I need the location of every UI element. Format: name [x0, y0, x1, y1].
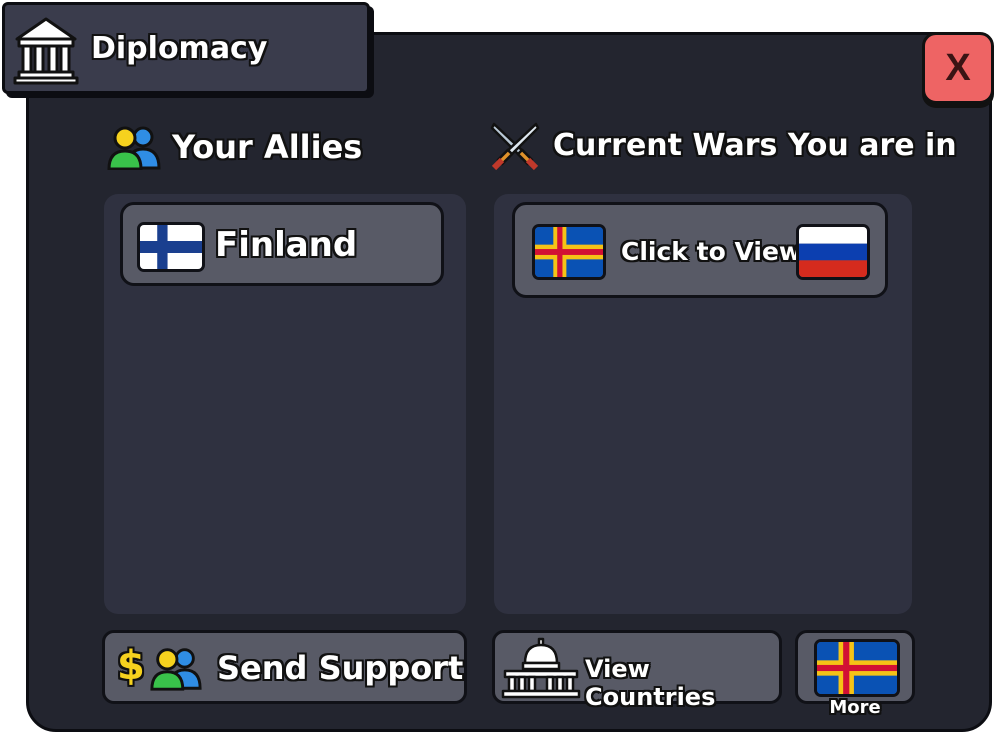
send-support-label: Send Support	[217, 649, 464, 687]
window-title-tab: Diplomacy	[2, 2, 370, 94]
dollar-icon: $	[117, 643, 145, 689]
finland-flag-icon	[137, 222, 205, 272]
allies-heading: Your Allies	[172, 128, 363, 166]
view-countries-label: View Countries	[585, 655, 716, 711]
crossed-swords-icon	[488, 120, 542, 172]
send-support-button[interactable]: $ Send Support	[102, 630, 467, 704]
close-button[interactable]: X	[922, 32, 994, 104]
bank-building-icon	[13, 15, 79, 85]
ally-name: Finland	[215, 225, 358, 265]
russia-flag-icon	[796, 224, 870, 280]
war-entry[interactable]: Click to View	[512, 202, 888, 298]
aland-flag-icon	[814, 639, 900, 697]
war-view-label: Click to View	[621, 237, 802, 266]
more-button[interactable]: More	[795, 630, 915, 718]
support-people-icon	[149, 645, 203, 691]
view-countries-button[interactable]: View Countries	[492, 630, 782, 711]
capitol-building-icon	[501, 637, 581, 699]
window-title: Diplomacy	[91, 31, 268, 66]
allies-people-icon	[106, 124, 162, 171]
ally-entry-finland[interactable]: Finland	[120, 202, 444, 286]
aland-flag-icon	[532, 224, 606, 280]
more-label: More	[829, 697, 881, 718]
wars-heading: Current Wars You are in	[553, 128, 957, 163]
